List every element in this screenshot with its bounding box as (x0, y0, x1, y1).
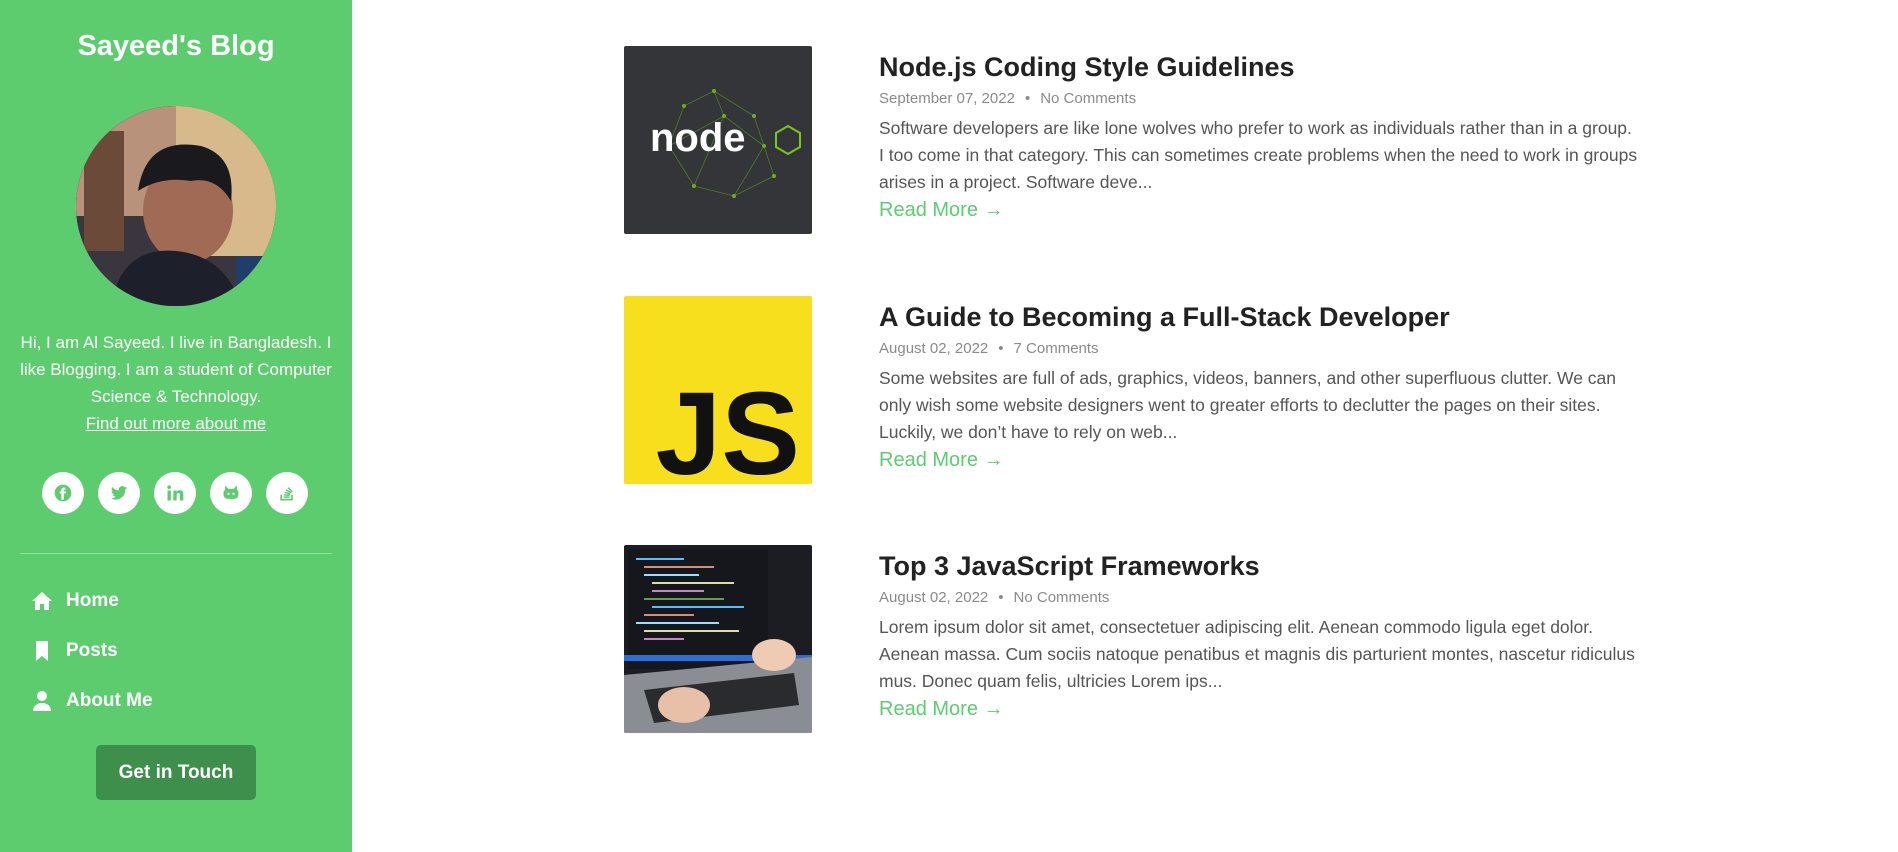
post-body: A Guide to Becoming a Full-Stack Develop… (879, 296, 1639, 474)
post-title[interactable]: Node.js Coding Style Guidelines (879, 50, 1639, 84)
nav-posts-label: Posts (66, 640, 118, 661)
social-links (42, 472, 310, 514)
home-icon (32, 592, 52, 610)
blog-title[interactable]: Sayeed's Blog (0, 30, 352, 63)
get-in-touch-button[interactable]: Get in Touch (96, 745, 256, 800)
post-card: Top 3 JavaScript Frameworks August 02, 2… (624, 545, 1635, 735)
post-body: Node.js Coding Style Guidelines Septembe… (879, 46, 1639, 224)
post-body: Top 3 JavaScript Frameworks August 02, 2… (879, 545, 1639, 723)
read-more-link[interactable]: Read More → (879, 199, 1004, 221)
user-icon (33, 691, 51, 711)
post-excerpt: Some websites are full of ads, graphics,… (879, 368, 1617, 442)
post-title[interactable]: A Guide to Becoming a Full-Stack Develop… (879, 300, 1639, 334)
nav-about[interactable]: About Me (30, 686, 153, 716)
nav-home-label: Home (66, 590, 119, 611)
linkedin-icon[interactable] (154, 472, 196, 514)
bio-text: Hi, I am Al Sayeed. I live in Bangladesh… (20, 333, 332, 406)
post-comments[interactable]: 7 Comments (1014, 340, 1099, 357)
post-date: September 07, 2022 (879, 90, 1015, 107)
post-excerpt: Software developers are like lone wolves… (879, 118, 1638, 192)
post-thumbnail[interactable]: node (624, 46, 812, 234)
about-link[interactable]: Find out more about me (16, 410, 336, 437)
post-excerpt: Lorem ipsum dolor sit amet, consectetuer… (879, 617, 1635, 691)
sidebar-divider (20, 553, 332, 554)
sidebar: Sayeed's Blog Hi, I am Al Sayeed. I live… (0, 0, 352, 852)
bookmark-icon (36, 641, 48, 661)
post-card: node Node.js Coding Style Guidelines Sep… (624, 46, 1637, 236)
post-date: August 02, 2022 (879, 589, 989, 606)
post-thumbnail[interactable]: JS (624, 296, 812, 484)
twitter-icon[interactable] (98, 472, 140, 514)
post-thumbnail[interactable] (624, 545, 812, 733)
github-icon[interactable] (210, 472, 252, 514)
read-more-link[interactable]: Read More → (879, 449, 1004, 471)
post-meta: August 02, 2022 • 7 Comments (879, 340, 1099, 357)
nav-posts[interactable]: Posts (30, 636, 118, 666)
facebook-icon[interactable] (42, 472, 84, 514)
avatar (76, 106, 276, 306)
post-card: JS A Guide to Becoming a Full-Stack Deve… (624, 296, 1624, 486)
bio: Hi, I am Al Sayeed. I live in Bangladesh… (16, 329, 336, 437)
post-meta: August 02, 2022 • No Comments (879, 589, 1110, 606)
post-comments[interactable]: No Comments (1040, 90, 1136, 107)
read-more-link[interactable]: Read More → (879, 698, 1004, 720)
post-meta: September 07, 2022 • No Comments (879, 90, 1137, 107)
nav-home[interactable]: Home (30, 586, 119, 616)
js-logo-text: JS (656, 368, 800, 484)
post-title[interactable]: Top 3 JavaScript Frameworks (879, 549, 1639, 583)
post-comments[interactable]: No Comments (1014, 589, 1110, 606)
node-logo-text: node (650, 116, 746, 160)
post-date: August 02, 2022 (879, 340, 989, 357)
nav-about-label: About Me (66, 690, 153, 711)
stackoverflow-icon[interactable] (266, 472, 308, 514)
